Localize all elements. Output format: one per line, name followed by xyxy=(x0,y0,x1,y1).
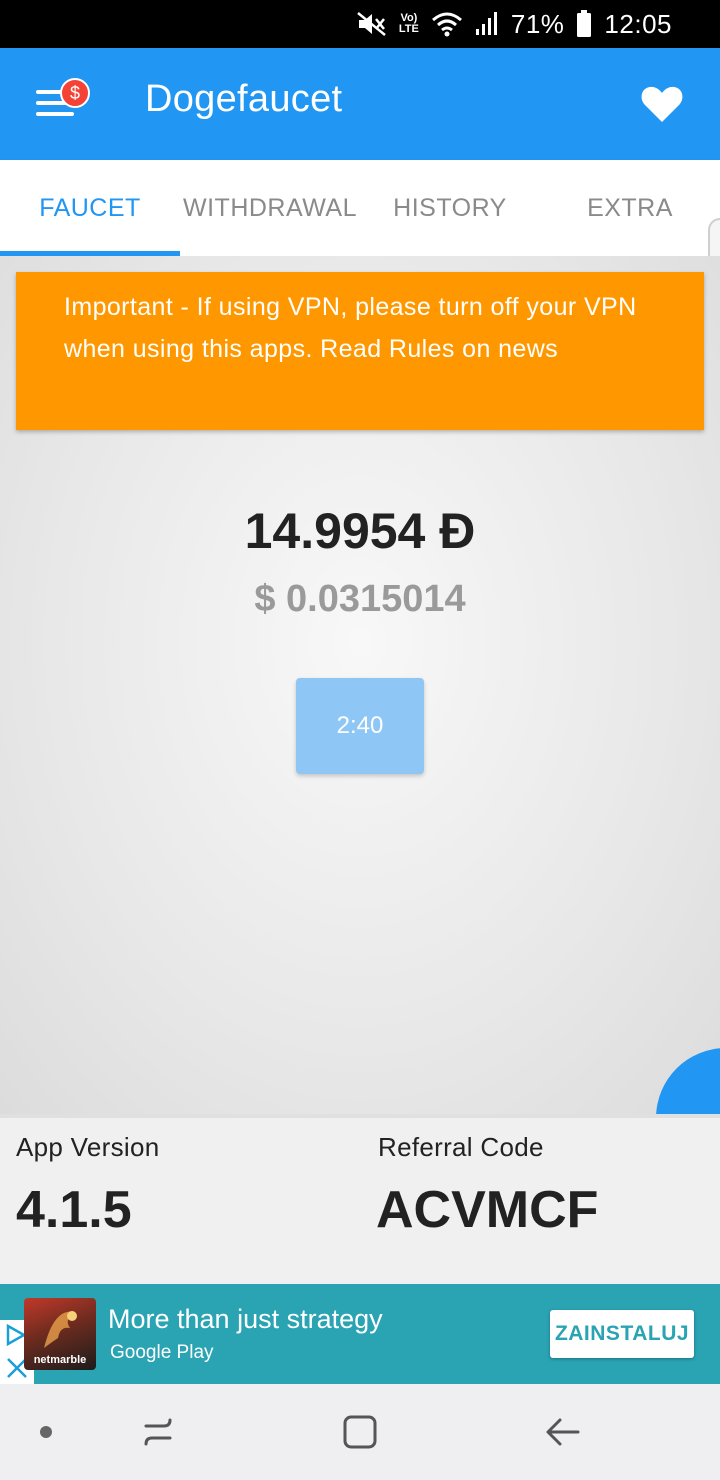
favorite-button[interactable] xyxy=(640,84,684,124)
home-icon xyxy=(343,1415,377,1449)
ad-banner[interactable]: netmarble More than just strategy Google… xyxy=(0,1284,720,1384)
dollar-badge: $ xyxy=(60,78,90,108)
floating-action-button[interactable] xyxy=(656,1048,720,1114)
tab-bar: FAUCET WITHDRAWAL HISTORY EXTRA xyxy=(0,160,720,378)
recent-apps-icon xyxy=(144,1418,172,1446)
mute-icon xyxy=(357,11,387,37)
usd-balance: $ 0.0315014 xyxy=(254,578,466,620)
tab-extra[interactable]: EXTRA xyxy=(540,160,720,256)
battery-percentage: 71% xyxy=(510,8,565,39)
ad-logo-text: netmarble xyxy=(33,1354,87,1366)
battery-icon xyxy=(576,10,592,38)
app-version-label: App Version xyxy=(16,1132,160,1162)
dot-icon xyxy=(40,1426,52,1438)
system-nav-bar xyxy=(0,1384,720,1480)
home-button[interactable] xyxy=(338,1410,382,1454)
ad-app-logo: netmarble xyxy=(24,1298,96,1370)
vpn-notice: Important - If using VPN, please turn of… xyxy=(16,272,704,430)
faucet-content: Important - If using VPN, please turn of… xyxy=(0,256,720,1114)
app-title: Dogefaucet xyxy=(145,78,343,120)
status-icons: Vo) LTE 71% 12:05 xyxy=(357,0,672,48)
referral-code-label: Referral Code xyxy=(378,1132,544,1162)
app-bar: $ Dogefaucet xyxy=(0,48,720,160)
recent-apps-button[interactable] xyxy=(136,1410,180,1454)
status-bar: Vo) LTE 71% 12:05 xyxy=(0,0,720,48)
heart-icon xyxy=(641,86,683,122)
wifi-icon xyxy=(431,11,463,37)
tab-history[interactable]: HISTORY xyxy=(360,160,540,256)
tab-faucet[interactable]: FAUCET xyxy=(0,160,180,256)
ad-title: More than just strategy xyxy=(108,1304,383,1334)
volte-icon: Vo) LTE xyxy=(398,12,419,35)
claim-timer-button[interactable]: 2:40 xyxy=(296,678,424,774)
doge-balance: 14.9954 Đ xyxy=(244,503,476,559)
signal-icon xyxy=(475,11,499,37)
back-icon xyxy=(546,1418,580,1446)
back-button[interactable] xyxy=(540,1410,584,1454)
clock: 12:05 xyxy=(604,8,672,39)
ad-subtitle: Google Play xyxy=(110,1342,214,1363)
referral-code-value: ACVMCF xyxy=(376,1181,599,1239)
tab-withdrawal[interactable]: WITHDRAWAL xyxy=(180,160,360,256)
app-version-value: 4.1.5 xyxy=(16,1181,132,1239)
info-panel: App Version 4.1.5 Referral Code ACVMCF xyxy=(0,1114,720,1284)
ad-install-button[interactable]: ZAINSTALUJ xyxy=(550,1310,694,1358)
nav-dot-button[interactable] xyxy=(24,1410,68,1454)
